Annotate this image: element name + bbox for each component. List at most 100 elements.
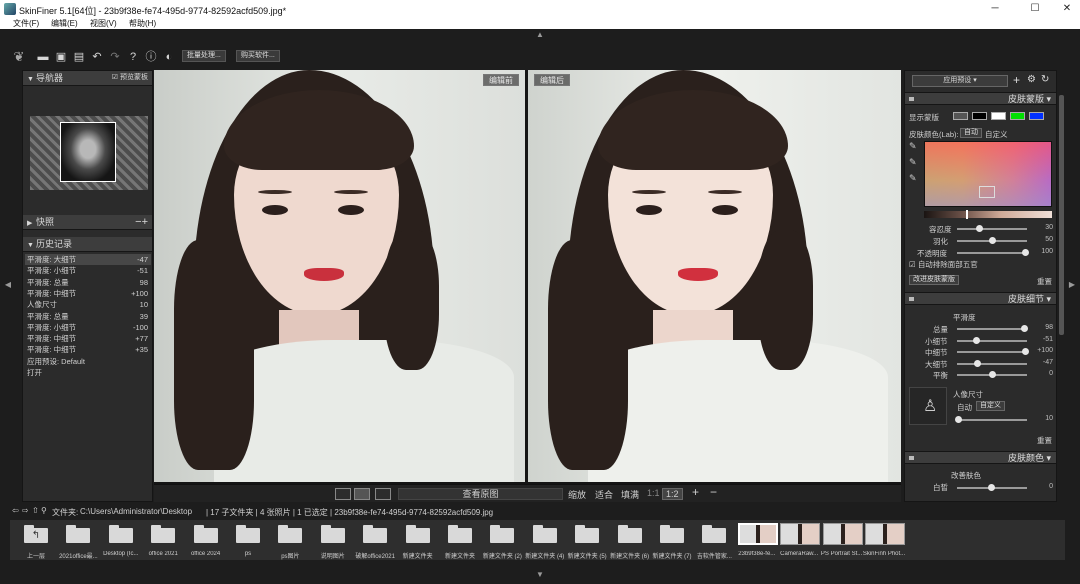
snapshot-header[interactable]: ▶ 快照 −+ — [23, 215, 152, 230]
folder-item[interactable]: 新建文件夹 (7) — [652, 522, 692, 560]
preview-mask-checkbox[interactable]: ☑ 预览蒙板 — [112, 71, 148, 85]
opacity-knob[interactable] — [1022, 249, 1029, 256]
smooth-1-knob[interactable] — [972, 336, 980, 344]
save-as-icon[interactable]: ▤ — [72, 50, 86, 64]
skin-detail-reset-button[interactable]: 重置 — [1037, 435, 1052, 446]
feather-knob[interactable] — [989, 237, 996, 244]
picker-selection-box[interactable] — [979, 186, 995, 198]
nav-forward-icon[interactable]: ⇨ — [22, 506, 29, 515]
skin-color-custom-label[interactable]: 自定义 — [985, 129, 1008, 140]
whiten-knob[interactable] — [988, 484, 995, 491]
skin-mask-header[interactable]: 皮肤蒙版 ▾ — [905, 92, 1056, 105]
close-button[interactable]: ✕ — [1056, 2, 1078, 16]
folder-item[interactable]: 破解office2021 — [355, 522, 395, 560]
menu-file[interactable]: 文件(F) — [13, 18, 39, 29]
collapse-left-arrow-icon[interactable]: ◀ — [4, 280, 12, 289]
tolerance-knob[interactable] — [975, 225, 983, 232]
portrait-custom-button[interactable]: 自定义 — [976, 401, 1005, 411]
smooth-4-knob[interactable] — [989, 371, 996, 378]
single-view-button[interactable] — [335, 488, 351, 500]
folder-item[interactable]: Desktop (Ic... — [101, 522, 141, 560]
history-row[interactable]: 平滑度: 中细节 +77 — [25, 333, 151, 344]
redo-icon[interactable]: ↷ — [108, 50, 122, 64]
folder-item[interactable]: 说明图片 — [313, 522, 353, 560]
fit-button[interactable]: 适合 — [595, 488, 613, 501]
eyedropper-add-icon[interactable]: ✎ — [909, 157, 917, 168]
apply-preset-dropdown[interactable]: 应用预设 ▾ — [912, 75, 1008, 87]
save-icon[interactable]: ▣ — [54, 50, 68, 64]
nav-back-icon[interactable]: ⇦ — [12, 506, 19, 515]
photo-thumbnail[interactable]: PS Portrait St... — [821, 522, 863, 560]
batch-process-button[interactable]: 批量处理... — [182, 50, 226, 62]
smooth-3-knob[interactable] — [973, 359, 981, 367]
smooth-1-slider[interactable] — [957, 336, 1027, 344]
mask-swatch-green[interactable] — [1010, 112, 1025, 120]
portrait-auto-option[interactable]: 自动 — [957, 402, 972, 413]
split-view-button[interactable] — [354, 488, 370, 500]
history-row[interactable]: 应用预设: Default — [25, 356, 151, 367]
improve-mask-button[interactable]: 改进皮肤蒙版 — [909, 275, 959, 285]
view-original-button[interactable]: 查看原图 — [398, 488, 563, 500]
portrait-size-knob[interactable] — [955, 416, 962, 423]
folder-path-dropdown[interactable]: C:\Users\Administrator\Desktop — [80, 507, 192, 516]
tolerance-slider[interactable] — [957, 225, 1027, 232]
history-row[interactable]: 平滑度: 中细节 +35 — [25, 344, 151, 355]
collapse-right-arrow-icon[interactable]: ▶ — [1068, 280, 1076, 289]
photo-thumbnail[interactable]: CameraRaw... — [779, 522, 821, 560]
lightness-marker[interactable] — [966, 210, 968, 219]
folder-item[interactable]: 新建文件夹 (6) — [610, 522, 650, 560]
collapse-bottom-arrow-icon[interactable]: ▼ — [534, 570, 546, 579]
right-panel-scrollbar[interactable] — [1059, 95, 1064, 335]
folder-item[interactable]: 新建文件夹 — [440, 522, 480, 560]
zoom-out-icon[interactable]: − — [710, 485, 717, 499]
skin-lightness-bar[interactable] — [924, 210, 1052, 219]
side-view-button[interactable] — [375, 488, 391, 500]
maximize-button[interactable]: ☐ — [1024, 2, 1046, 16]
split-divider[interactable] — [525, 70, 528, 482]
folder-item[interactable]: ps — [228, 522, 268, 560]
folder-item[interactable]: 新建文件夹 (4) — [525, 522, 565, 560]
navigator-header[interactable]: ▼ 导航器 ☑ 预览蒙板 — [23, 71, 152, 86]
opacity-slider[interactable] — [957, 249, 1029, 256]
folder-item[interactable]: 吉软件管家... — [694, 522, 734, 560]
undo-icon[interactable]: ↶ — [90, 50, 104, 64]
fill-button[interactable]: 填满 — [621, 488, 639, 501]
after-image[interactable]: 编辑后 — [528, 70, 901, 482]
whiten-slider[interactable] — [957, 484, 1027, 491]
history-row[interactable]: 平滑度: 小细节 -51 — [25, 265, 151, 276]
snapshot-remove-icon[interactable]: −+ — [135, 215, 148, 229]
mask-swatch-blue[interactable] — [1029, 112, 1044, 120]
navigator-viewport[interactable] — [60, 122, 116, 182]
search-icon[interactable]: ⚲ — [41, 506, 47, 515]
skin-color-picker[interactable] — [924, 141, 1052, 207]
history-row[interactable]: 人像尺寸 10 — [25, 299, 151, 310]
navigator-thumbnail[interactable] — [30, 116, 148, 190]
history-header[interactable]: ▼ 历史记录 — [23, 237, 152, 252]
history-row[interactable]: 平滑度: 大细节 -47 — [25, 254, 151, 265]
skin-color-auto-button[interactable]: 自动 — [960, 128, 982, 138]
skin-mask-reset-button[interactable]: 重置 — [1037, 276, 1052, 287]
help-icon[interactable]: ? — [126, 50, 140, 64]
folder-item[interactable]: office 2024 — [186, 522, 226, 560]
gear-icon[interactable]: ⚙ — [1027, 74, 1036, 85]
before-image[interactable]: 编辑前 — [154, 70, 525, 482]
open-folder-icon[interactable]: ▬ — [36, 50, 50, 64]
eyedropper-remove-icon[interactable]: ✎ — [909, 173, 917, 184]
feather-slider[interactable] — [957, 237, 1027, 244]
history-row[interactable]: 打开 — [25, 367, 151, 378]
mask-swatch-black[interactable] — [972, 112, 987, 120]
parent-folder-item[interactable]: ↰ 上一层 — [16, 522, 56, 560]
folder-item[interactable]: 新建文件夹 — [398, 522, 438, 560]
folder-item[interactable]: office 2021 — [143, 522, 183, 560]
smooth-3-slider[interactable] — [957, 359, 1027, 367]
collapse-top-arrow-icon[interactable]: ▲ — [534, 30, 546, 39]
history-row[interactable]: 平滑度: 小细节 -100 — [25, 322, 151, 333]
smooth-2-slider[interactable] — [957, 348, 1029, 355]
folder-item[interactable]: 新建文件夹 (2) — [482, 522, 522, 560]
add-preset-icon[interactable]: + — [1013, 73, 1020, 87]
auto-exclude-checkbox[interactable]: ☑ 自动排除面部五官 — [909, 259, 978, 270]
before-after-toggle-icon[interactable]: ◐ — [162, 50, 176, 64]
smooth-4-slider[interactable] — [957, 371, 1027, 378]
photo-thumbnail[interactable]: SkinFinh Phot... — [863, 522, 905, 560]
smooth-0-knob[interactable] — [1020, 325, 1028, 332]
